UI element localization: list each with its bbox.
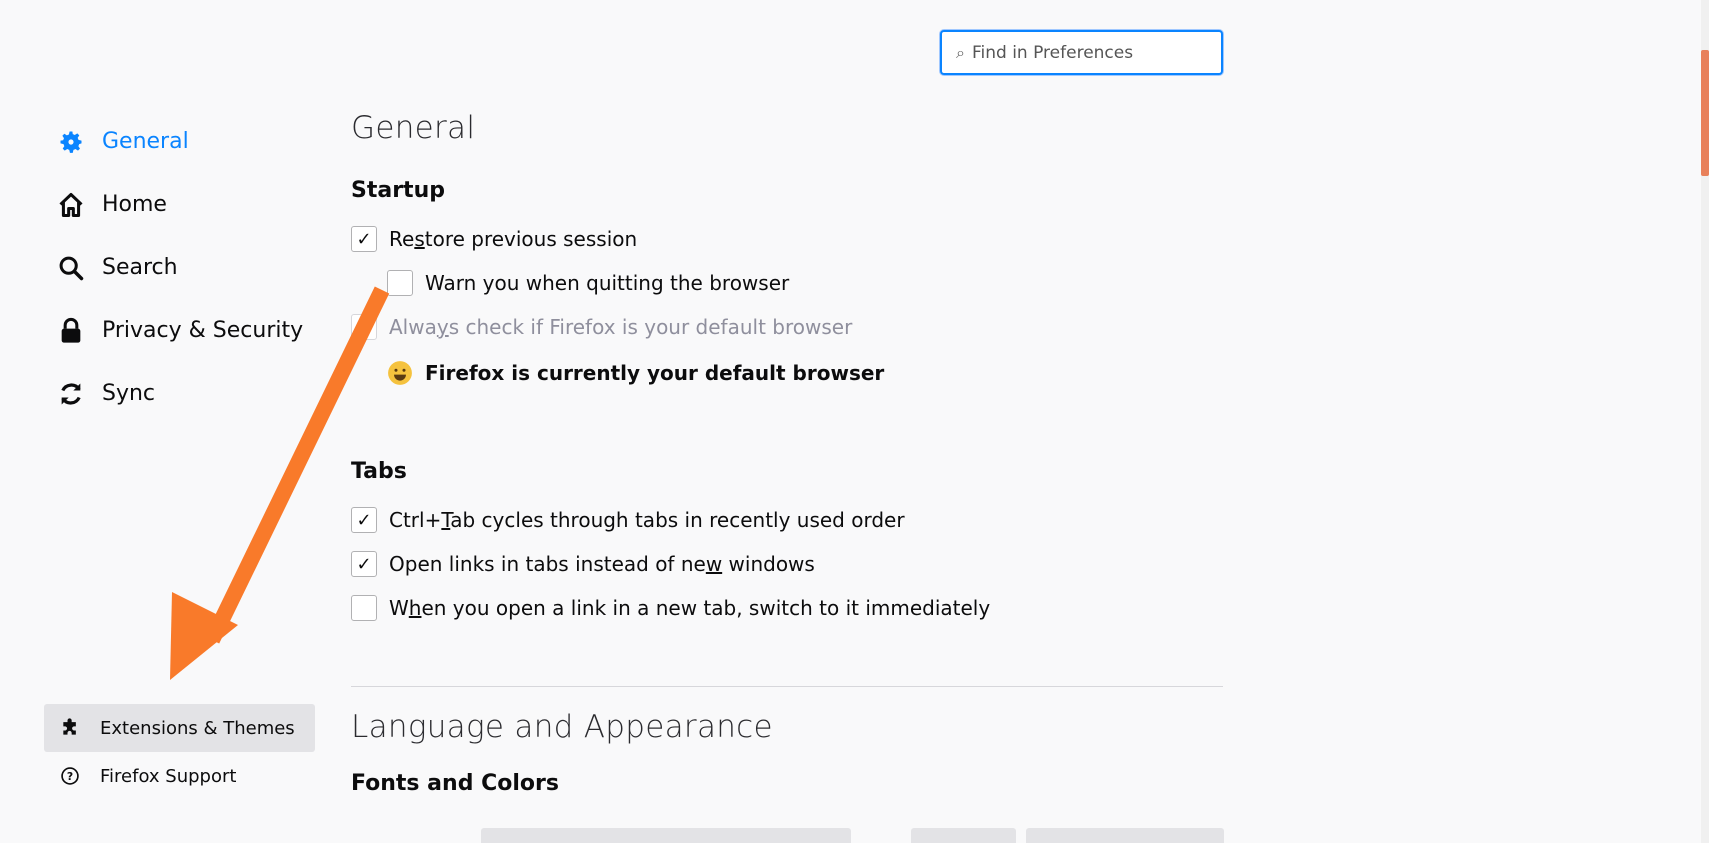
startup-heading: Startup bbox=[351, 178, 445, 203]
sidebar-item-label: Home bbox=[102, 192, 167, 217]
default-browser-option[interactable]: ✓ Always check if Firefox is your defaul… bbox=[351, 305, 1223, 349]
sidebar-footer: Extensions & Themes ? Firefox Support bbox=[44, 704, 315, 800]
tabs-heading: Tabs bbox=[351, 459, 407, 484]
sidebar-item-label: Sync bbox=[102, 381, 156, 406]
option-label: Always check if Firefox is your default … bbox=[389, 315, 853, 339]
open-links-tabs-checkbox[interactable]: ✓ bbox=[351, 551, 377, 577]
ctrl-tab-checkbox[interactable]: ✓ bbox=[351, 507, 377, 533]
language-appearance-title: Language and Appearance bbox=[351, 709, 773, 745]
sidebar-item-label: Search bbox=[102, 255, 178, 280]
default-font-select[interactable] bbox=[481, 828, 851, 843]
search-icon bbox=[56, 253, 86, 283]
sidebar-item-home[interactable]: Home bbox=[56, 173, 303, 236]
gear-icon bbox=[56, 127, 86, 157]
sidebar-item-support[interactable]: ? Firefox Support bbox=[44, 752, 315, 800]
default-font-row bbox=[351, 828, 1234, 843]
default-browser-checkbox[interactable]: ✓ bbox=[351, 314, 377, 340]
sidebar-item-extensions[interactable]: Extensions & Themes bbox=[44, 704, 315, 752]
advanced-button[interactable] bbox=[1026, 828, 1224, 843]
open-links-tabs-option[interactable]: ✓ Open links in tabs instead of new wind… bbox=[351, 542, 1223, 586]
option-label: Warn you when quitting the browser bbox=[425, 271, 790, 295]
main-content: General Startup ✓ Restore previous sessi… bbox=[351, 110, 1223, 810]
sidebar-item-label: Extensions & Themes bbox=[100, 717, 295, 739]
sync-icon bbox=[56, 379, 86, 409]
puzzle-icon bbox=[60, 718, 80, 738]
font-size-select[interactable] bbox=[911, 828, 1016, 843]
warn-quit-checkbox[interactable] bbox=[387, 270, 413, 296]
sidebar-item-general[interactable]: General bbox=[56, 110, 303, 173]
search-placeholder: Find in Preferences bbox=[971, 42, 1134, 63]
help-icon: ? bbox=[60, 766, 80, 786]
warn-quit-option[interactable]: Warn you when quitting the browser bbox=[387, 261, 1223, 305]
switch-new-tab-option[interactable]: When you open a link in a new tab, switc… bbox=[351, 586, 1223, 630]
search-icon: ⌕ bbox=[956, 42, 965, 62]
svg-text:?: ? bbox=[67, 770, 73, 783]
switch-new-tab-checkbox[interactable] bbox=[351, 595, 377, 621]
page-title: General bbox=[351, 110, 476, 146]
scrollbar[interactable] bbox=[1701, 0, 1709, 843]
home-icon bbox=[56, 190, 86, 220]
option-label: When you open a link in a new tab, switc… bbox=[389, 596, 991, 620]
scrollbar-thumb[interactable] bbox=[1701, 50, 1709, 176]
sidebar-item-label: Privacy & Security bbox=[102, 318, 304, 343]
restore-session-option[interactable]: ✓ Restore previous session bbox=[351, 217, 1223, 261]
smiley-icon bbox=[388, 361, 412, 385]
sidebar-item-privacy[interactable]: Privacy & Security bbox=[56, 299, 303, 362]
default-browser-status: Firefox is currently your default browse… bbox=[387, 349, 1223, 397]
status-text: Firefox is currently your default browse… bbox=[425, 361, 885, 385]
section-divider bbox=[351, 686, 1223, 687]
sidebar-item-label: General bbox=[102, 129, 189, 154]
search-input[interactable]: ⌕ Find in Preferences bbox=[940, 30, 1223, 75]
sidebar-item-label: Firefox Support bbox=[100, 765, 237, 787]
sidebar-item-search[interactable]: Search bbox=[56, 236, 303, 299]
option-label: Restore previous session bbox=[389, 227, 638, 251]
fonts-colors-heading: Fonts and Colors bbox=[351, 771, 559, 796]
ctrl-tab-option[interactable]: ✓ Ctrl+Tab cycles through tabs in recent… bbox=[351, 498, 1223, 542]
sidebar-nav: General Home Search Privacy & Security S… bbox=[56, 110, 303, 425]
option-label: Open links in tabs instead of new window… bbox=[389, 552, 815, 576]
lock-icon bbox=[56, 316, 86, 346]
option-label: Ctrl+Tab cycles through tabs in recently… bbox=[389, 508, 905, 532]
restore-session-checkbox[interactable]: ✓ bbox=[351, 226, 377, 252]
sidebar-item-sync[interactable]: Sync bbox=[56, 362, 303, 425]
